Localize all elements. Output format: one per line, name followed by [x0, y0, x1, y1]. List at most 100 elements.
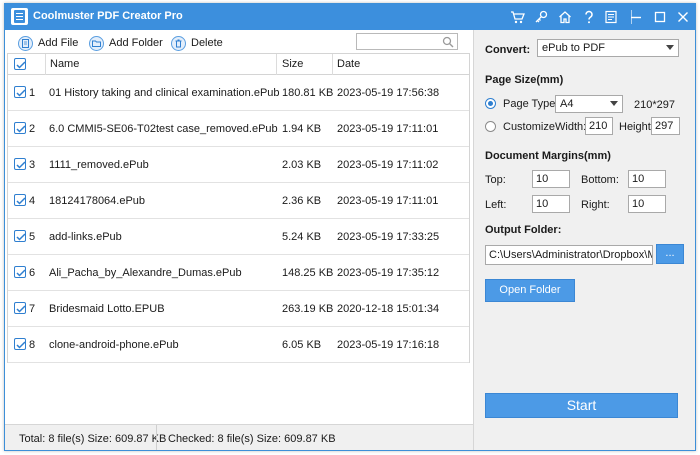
open-folder-button[interactable]: Open Folder	[485, 279, 575, 302]
row-size: 6.05 KB	[282, 339, 322, 351]
row-checkbox[interactable]	[14, 338, 26, 350]
output-folder-title: Output Folder:	[485, 224, 562, 236]
add-file-button[interactable]: Add File	[18, 34, 78, 52]
delete-label: Delete	[191, 37, 223, 49]
add-folder-icon	[89, 35, 104, 51]
feedback-icon[interactable]	[601, 7, 621, 27]
table-row[interactable]: 1 01 History taking and clinical examinat…	[8, 75, 469, 111]
margin-bottom-field[interactable]: 10	[628, 170, 666, 188]
add-folder-button[interactable]: Add Folder	[89, 34, 163, 52]
row-name: 01 History taking and clinical examinati…	[49, 87, 280, 99]
output-path-field[interactable]: C:\Users\Administrator\Dropbox\M	[485, 245, 653, 265]
start-button[interactable]: Start	[485, 393, 678, 418]
row-name: Ali_Pacha_by_Alexandre_Dumas.ePub	[49, 267, 242, 279]
row-size: 5.24 KB	[282, 231, 322, 243]
trash-icon	[171, 35, 186, 51]
margin-right-field[interactable]: 10	[628, 195, 666, 213]
maximize-icon[interactable]	[650, 7, 670, 27]
row-date: 2023-05-19 17:11:01	[337, 195, 439, 207]
status-checked: Checked: 8 file(s) Size: 609.87 KB	[168, 433, 336, 445]
row-checkbox[interactable]	[14, 266, 26, 278]
row-index: 7	[29, 303, 36, 315]
table-row[interactable]: 7 Bridesmaid Lotto.EPUB 263.19 KB 2020-12-1…	[8, 291, 469, 327]
delete-button[interactable]: Delete	[171, 34, 223, 52]
row-date: 2023-05-19 17:11:01	[337, 123, 439, 135]
search-icon[interactable]	[442, 36, 454, 48]
row-size: 263.19 KB	[282, 303, 334, 315]
row-checkbox[interactable]	[14, 122, 26, 134]
row-date: 2023-05-19 17:33:25	[337, 231, 440, 243]
search-input[interactable]	[356, 33, 458, 50]
app-title: Coolmuster PDF Creator Pro	[33, 10, 183, 22]
row-index: 8	[29, 339, 36, 351]
chevron-down-icon	[666, 45, 674, 50]
select-all-checkbox[interactable]	[14, 58, 26, 70]
row-date: 2023-05-19 17:16:18	[337, 339, 440, 351]
row-name: Bridesmaid Lotto.EPUB	[49, 303, 165, 315]
row-name: clone-android-phone.ePub	[49, 339, 179, 351]
page-type-label: Page Type	[503, 98, 556, 110]
row-name: 1111_removed.ePub	[49, 159, 149, 171]
page-type-value: A4	[560, 98, 574, 110]
row-size: 180.81 KB	[282, 87, 334, 99]
row-date: 2020-12-18 15:01:34	[337, 303, 440, 315]
table-row[interactable]: 2 6.0 CMMI5-SE06-T02test case_removed.ePu…	[8, 111, 469, 147]
row-index: 3	[29, 159, 36, 171]
help-icon[interactable]	[579, 7, 599, 27]
table-row[interactable]: 4 18124178064.ePub 2.36 KB 2023-05-19 17:11…	[8, 183, 469, 219]
title-bar: Coolmuster PDF Creator Pro	[5, 4, 695, 30]
top-label: Top:	[485, 174, 506, 186]
column-header-name[interactable]: Name	[50, 58, 79, 70]
app-logo-icon	[11, 8, 28, 25]
margin-top-field[interactable]: 10	[532, 170, 570, 188]
add-file-icon	[18, 35, 33, 51]
page-type-dims: 210*297	[634, 99, 675, 111]
right-label: Right:	[581, 199, 610, 211]
margin-left-field[interactable]: 10	[532, 195, 570, 213]
status-total: Total: 8 file(s) Size: 609.87 KB	[19, 433, 167, 445]
bottom-label: Bottom:	[581, 174, 619, 186]
row-index: 2	[29, 123, 36, 135]
convert-label: Convert:	[485, 44, 531, 56]
row-date: 2023-05-19 17:56:38	[337, 87, 440, 99]
height-label: Height:	[619, 121, 654, 133]
width-label: Width:	[555, 121, 587, 133]
left-label: Left:	[485, 199, 507, 211]
minimize-icon[interactable]	[626, 7, 646, 27]
home-icon[interactable]	[555, 7, 575, 27]
height-field[interactable]: 297	[651, 117, 680, 135]
cart-icon[interactable]	[507, 7, 527, 27]
convert-select[interactable]: ePub to PDF	[537, 39, 679, 57]
row-name: add-links.ePub	[49, 231, 122, 243]
column-header-size[interactable]: Size	[282, 58, 303, 70]
row-checkbox[interactable]	[14, 158, 26, 170]
width-field[interactable]: 210	[585, 117, 613, 135]
row-index: 4	[29, 195, 36, 207]
browse-button[interactable]: ...	[656, 244, 684, 264]
row-name: 18124178064.ePub	[49, 195, 146, 207]
row-checkbox[interactable]	[14, 230, 26, 242]
table-row[interactable]: 8 clone-android-phone.ePub 6.05 KB 2023-05-…	[8, 327, 469, 363]
table-row[interactable]: 5 add-links.ePub 5.24 KB 2023-05-19 17:33:2…	[8, 219, 469, 255]
close-icon[interactable]	[673, 7, 693, 27]
row-index: 6	[29, 267, 36, 279]
row-checkbox[interactable]	[14, 86, 26, 98]
key-icon[interactable]	[531, 7, 551, 27]
page-size-title: Page Size(mm)	[485, 74, 564, 86]
table-row[interactable]: 3 1111_removed.ePub 2.03 KB 2023-05-19 17:1…	[8, 147, 469, 183]
page-type-select[interactable]: A4	[555, 95, 623, 113]
convert-value: ePub to PDF	[542, 42, 605, 54]
row-size: 1.94 KB	[282, 123, 322, 135]
table-row[interactable]: 6 Ali_Pacha_by_Alexandre_Dumas.ePub 148.25…	[8, 255, 469, 291]
list-header: Name Size Date	[8, 54, 469, 75]
column-header-date[interactable]: Date	[337, 58, 360, 70]
row-checkbox[interactable]	[14, 302, 26, 314]
settings-panel: Convert: ePub to PDF Page Size(mm) Page …	[473, 30, 695, 450]
customize-label: Customize	[503, 121, 555, 133]
page-type-radio[interactable]	[485, 98, 496, 109]
customize-radio[interactable]	[485, 121, 496, 132]
add-file-label: Add File	[38, 37, 79, 49]
chevron-down-icon	[610, 101, 618, 106]
row-checkbox[interactable]	[14, 194, 26, 206]
app-window: Coolmuster PDF Creator Pro Add File Add …	[4, 3, 696, 451]
